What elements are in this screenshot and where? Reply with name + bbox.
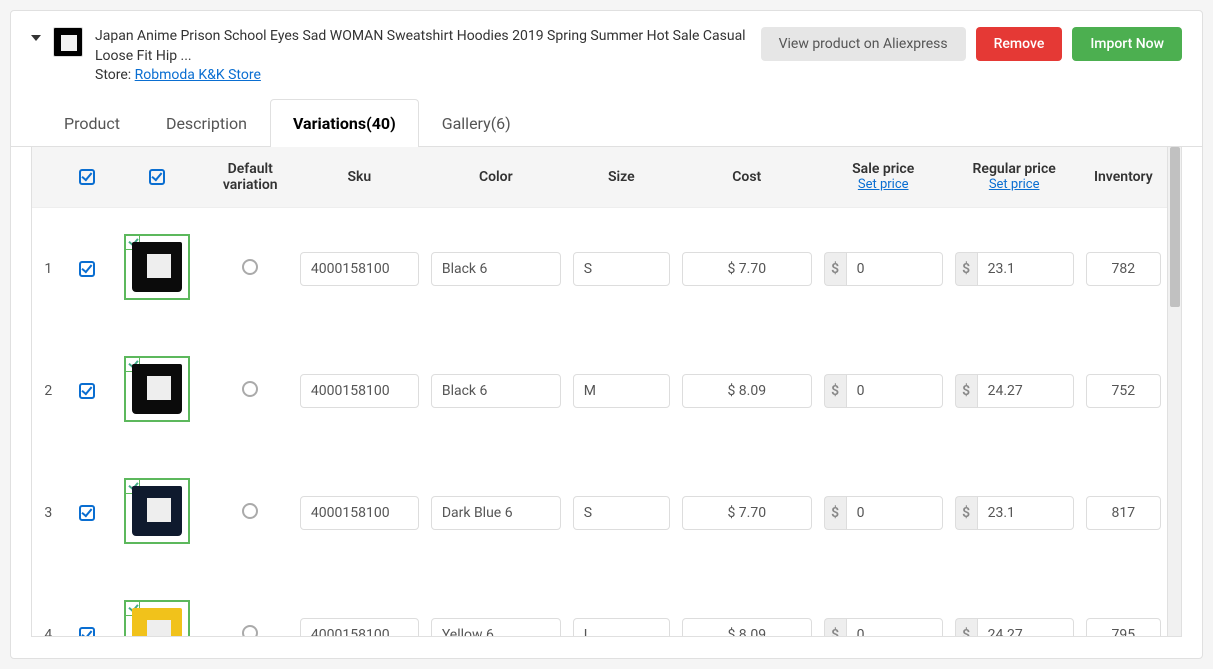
default-variation-radio[interactable] xyxy=(242,625,258,637)
cost-input[interactable] xyxy=(682,618,812,637)
row-checkbox[interactable] xyxy=(79,505,95,521)
color-input[interactable] xyxy=(431,252,561,286)
currency-prefix: $ xyxy=(955,496,977,530)
regular-price-input[interactable] xyxy=(977,496,1074,530)
sku-input[interactable] xyxy=(300,618,419,637)
header-actions: View product on Aliexpress Remove Import… xyxy=(761,27,1182,61)
select-all-checkbox[interactable] xyxy=(79,169,95,185)
color-input[interactable] xyxy=(431,618,561,637)
table-row: 2 $ $ xyxy=(32,330,1167,452)
color-input[interactable] xyxy=(431,496,561,530)
currency-prefix: $ xyxy=(824,252,846,286)
inventory-input[interactable] xyxy=(1086,496,1161,530)
regular-price-input[interactable] xyxy=(977,374,1074,408)
tab-description[interactable]: Description xyxy=(143,99,270,147)
color-input[interactable] xyxy=(431,374,561,408)
row-checkbox[interactable] xyxy=(79,383,95,399)
cost-input[interactable] xyxy=(682,496,812,530)
set-regular-price-link[interactable]: Set price xyxy=(957,177,1072,192)
row-index: 3 xyxy=(32,452,65,574)
cost-input[interactable] xyxy=(682,252,812,286)
store-label: Store: xyxy=(95,67,131,83)
scrollbar-thumb[interactable] xyxy=(1170,147,1180,307)
vertical-scrollbar[interactable] xyxy=(1168,147,1182,637)
variation-image[interactable] xyxy=(124,356,190,422)
size-input[interactable] xyxy=(573,252,670,286)
variation-image[interactable] xyxy=(124,234,190,300)
view-product-button[interactable]: View product on Aliexpress xyxy=(761,27,966,61)
col-inventory: Inventory xyxy=(1080,147,1167,208)
table-row: 4 $ $ xyxy=(32,574,1167,637)
sku-input[interactable] xyxy=(300,252,419,286)
size-input[interactable] xyxy=(573,618,670,637)
panel-body: Default variation Sku Color Size Cost Sa… xyxy=(11,147,1202,657)
row-checkbox[interactable] xyxy=(79,261,95,277)
tab-bar: Product Description Variations(40) Galle… xyxy=(11,98,1202,147)
store-line: Store: Robmoda K&K Store xyxy=(95,66,749,86)
default-variation-radio[interactable] xyxy=(242,381,258,397)
currency-prefix: $ xyxy=(955,252,977,286)
sku-input[interactable] xyxy=(300,374,419,408)
size-input[interactable] xyxy=(573,374,670,408)
currency-prefix: $ xyxy=(955,618,977,637)
regular-price-input[interactable] xyxy=(977,252,1074,286)
variation-image[interactable] xyxy=(124,478,190,544)
set-sale-price-link[interactable]: Set price xyxy=(826,177,941,192)
size-input[interactable] xyxy=(573,496,670,530)
default-variation-radio[interactable] xyxy=(242,259,258,275)
sale-price-input[interactable] xyxy=(846,374,943,408)
variations-table: Default variation Sku Color Size Cost Sa… xyxy=(32,147,1167,637)
collapse-toggle-icon[interactable] xyxy=(31,35,41,41)
tab-product[interactable]: Product xyxy=(41,99,143,147)
product-panel: Japan Anime Prison School Eyes Sad WOMAN… xyxy=(10,10,1203,659)
default-variation-radio[interactable] xyxy=(242,503,258,519)
sale-price-input[interactable] xyxy=(846,618,943,637)
col-color: Color xyxy=(425,147,567,208)
col-sku: Sku xyxy=(294,147,425,208)
sale-price-input[interactable] xyxy=(846,496,943,530)
store-link[interactable]: Robmoda K&K Store xyxy=(135,67,261,83)
col-sale: Sale price Set price xyxy=(818,147,949,208)
variations-table-container: Default variation Sku Color Size Cost Sa… xyxy=(31,147,1168,637)
variation-image[interactable] xyxy=(124,600,190,637)
currency-prefix: $ xyxy=(824,374,846,408)
row-index: 2 xyxy=(32,330,65,452)
table-row: 1 $ $ xyxy=(32,207,1167,330)
tab-gallery[interactable]: Gallery(6) xyxy=(419,99,534,147)
cost-input[interactable] xyxy=(682,374,812,408)
col-size: Size xyxy=(567,147,676,208)
select-all-images-checkbox[interactable] xyxy=(149,169,165,185)
col-default: Default variation xyxy=(207,147,294,208)
row-index: 1 xyxy=(32,207,65,330)
product-thumbnail xyxy=(53,27,83,57)
table-row: 3 $ $ xyxy=(32,452,1167,574)
row-index: 4 xyxy=(32,574,65,637)
title-block: Japan Anime Prison School Eyes Sad WOMAN… xyxy=(95,27,749,86)
import-now-button[interactable]: Import Now xyxy=(1072,27,1182,61)
regular-price-input[interactable] xyxy=(977,618,1074,637)
remove-button[interactable]: Remove xyxy=(976,27,1063,61)
currency-prefix: $ xyxy=(824,496,846,530)
col-cost: Cost xyxy=(676,147,818,208)
inventory-input[interactable] xyxy=(1086,374,1161,408)
tab-variations[interactable]: Variations(40) xyxy=(270,99,419,147)
currency-prefix: $ xyxy=(955,374,977,408)
inventory-input[interactable] xyxy=(1086,618,1161,637)
col-regular: Regular price Set price xyxy=(949,147,1080,208)
sale-price-input[interactable] xyxy=(846,252,943,286)
row-checkbox[interactable] xyxy=(79,627,95,637)
product-title: Japan Anime Prison School Eyes Sad WOMAN… xyxy=(95,27,749,66)
currency-prefix: $ xyxy=(824,618,846,637)
panel-header: Japan Anime Prison School Eyes Sad WOMAN… xyxy=(11,11,1202,86)
inventory-input[interactable] xyxy=(1086,252,1161,286)
sku-input[interactable] xyxy=(300,496,419,530)
